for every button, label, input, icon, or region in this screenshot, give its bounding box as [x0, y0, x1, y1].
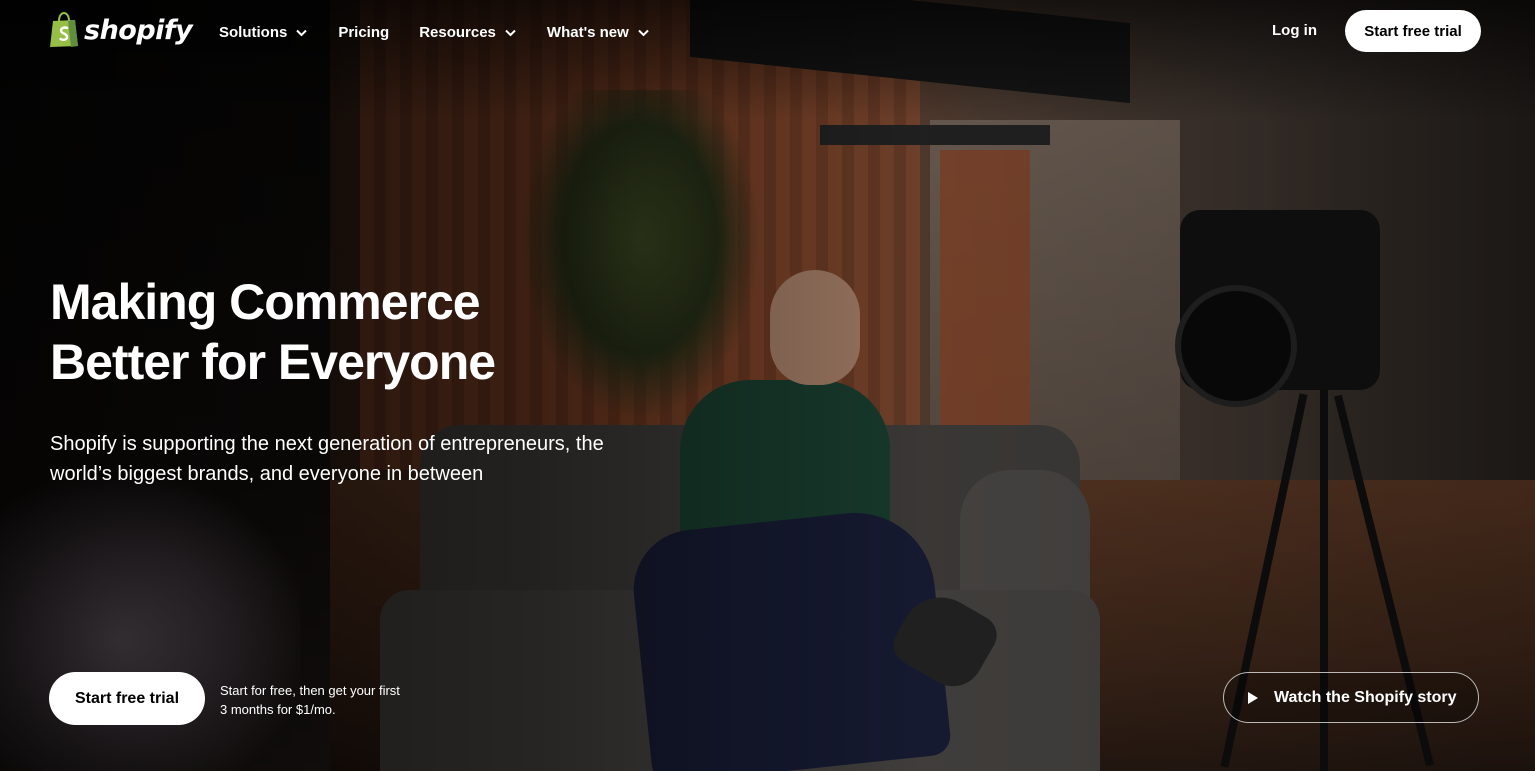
site-header: shopify Solutions Pricing Resources What…: [0, 0, 1535, 64]
shopify-logo[interactable]: shopify: [48, 12, 193, 48]
logo-wordmark: shopify: [84, 14, 193, 46]
watch-story-label: Watch the Shopify story: [1274, 688, 1457, 706]
nav-solutions[interactable]: Solutions: [219, 24, 308, 41]
hero-title: Making Commerce Better for Everyone: [50, 272, 570, 392]
play-icon: [1248, 691, 1258, 704]
start-free-trial-header-button[interactable]: Start free trial: [1345, 10, 1481, 52]
start-free-trial-button[interactable]: Start free trial: [49, 672, 205, 725]
nav-resources[interactable]: Resources: [419, 24, 517, 41]
nav-whats-new[interactable]: What's new: [547, 24, 650, 41]
hero-title-line-2: Better for Everyone: [50, 334, 496, 390]
hero-title-line-1: Making Commerce: [50, 274, 481, 330]
login-link[interactable]: Log in: [1272, 22, 1317, 39]
chevron-down-icon: [296, 29, 308, 36]
nav-whats-new-label: What's new: [546, 23, 629, 41]
chevron-down-icon: [505, 29, 516, 36]
nav-solutions-label: Solutions: [219, 23, 288, 41]
nav-pricing[interactable]: Pricing: [338, 24, 389, 41]
shopping-bag-icon: [50, 12, 78, 47]
watch-story-button[interactable]: Watch the Shopify story: [1223, 672, 1479, 723]
trial-offer-note: Start for free, then get your first 3 mo…: [220, 683, 400, 717]
nav-resources-label: Resources: [419, 23, 496, 41]
main-nav: Solutions Pricing Resources What's new: [219, 0, 650, 64]
nav-pricing-label: Pricing: [338, 23, 390, 41]
hero-subtitle: Shopify is supporting the next generatio…: [50, 433, 604, 485]
chevron-down-icon: [638, 29, 649, 36]
